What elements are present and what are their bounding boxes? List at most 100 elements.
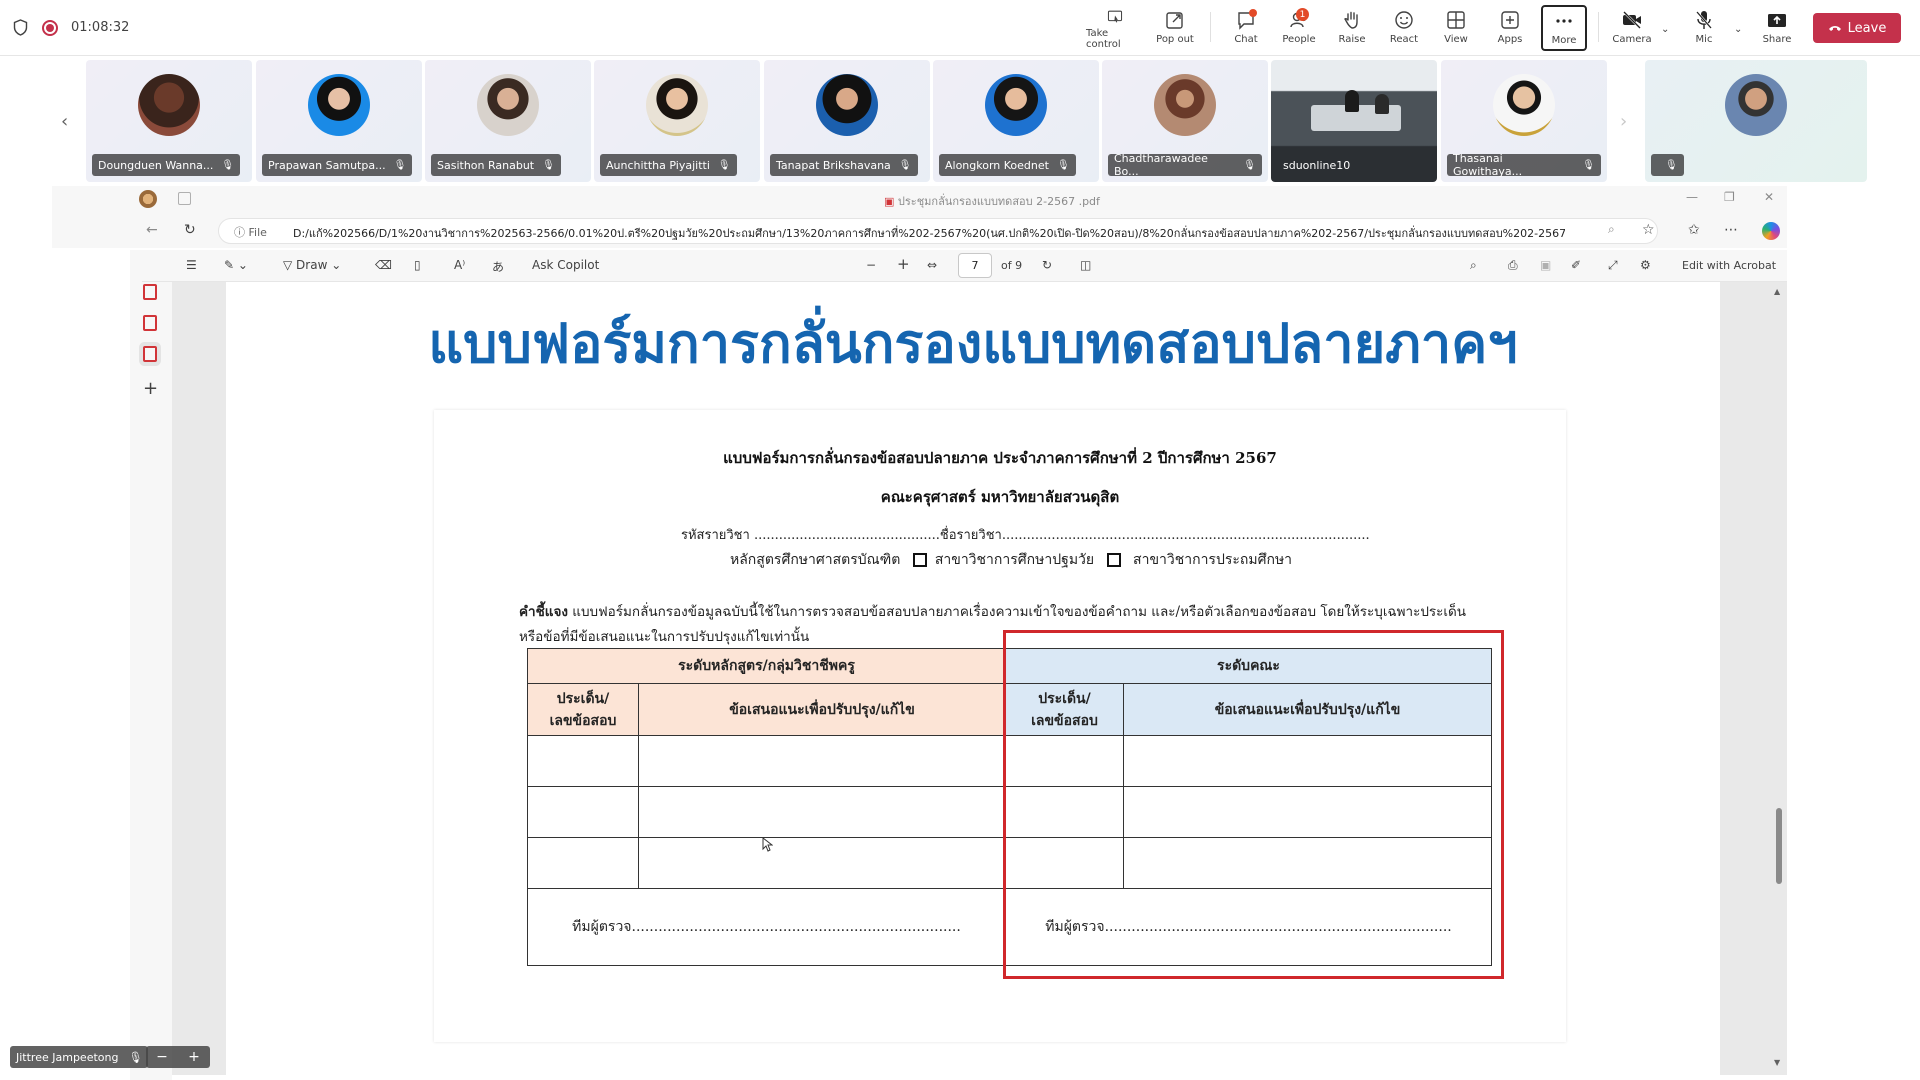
view-button[interactable]: View [1436, 6, 1476, 50]
text-box-icon[interactable]: ▯ [414, 258, 421, 272]
participant-tile[interactable]: Tanapat Brikshavana 🎙 [764, 60, 930, 182]
phone-hangup-icon [1828, 26, 1841, 31]
mic-options-chevron-icon[interactable]: ⌄ [1734, 24, 1742, 35]
participant-nameplate: Prapawan Samutpa... 🎙 [262, 154, 413, 176]
translate-icon[interactable]: あ [492, 258, 504, 275]
table-cell [527, 786, 639, 838]
scroll-up-icon[interactable]: ▲ [1774, 287, 1780, 296]
participant-tile[interactable]: Sasithon Ranabut 🎙 [425, 60, 591, 182]
apps-icon [1501, 11, 1519, 29]
workspaces-icon[interactable] [178, 192, 191, 205]
strip-prev-chevron-icon[interactable]: ‹ [61, 111, 68, 132]
person-silhouette [1375, 94, 1389, 114]
scrollbar-thumb[interactable] [1776, 808, 1782, 884]
pdf-attachment-icon[interactable] [143, 284, 157, 300]
zoom-in-icon[interactable]: + [188, 1049, 200, 1065]
page-number-input[interactable]: 7 [958, 253, 992, 278]
fit-page-icon[interactable]: ⇔ [927, 258, 937, 272]
pdf-attachment-icon[interactable] [143, 346, 157, 362]
participant-tile[interactable]: Doungduen Wanna... 🎙 [86, 60, 252, 182]
avatar [1725, 74, 1787, 136]
favorite-star-icon[interactable]: ☆ [1642, 222, 1655, 238]
slide-title: แบบฟอร์มการกลั่นกรองแบบทดสอบปลายภาคฯ [428, 312, 1518, 375]
read-aloud-icon[interactable]: A⁾ [454, 258, 465, 272]
raise-hand-button[interactable]: Raise [1332, 6, 1372, 50]
search-icon[interactable]: ⌕ [1470, 258, 1477, 273]
avatar [1493, 74, 1555, 136]
share-button[interactable]: Share [1757, 6, 1797, 50]
minimize-icon[interactable]: — [1686, 190, 1698, 204]
camera-options-chevron-icon[interactable]: ⌄ [1661, 24, 1669, 35]
header-program-level: ระดับหลักสูตร/กลุ่มวิชาชีพครู [527, 648, 1006, 684]
fullscreen-icon[interactable]: ⤢ [1608, 258, 1618, 273]
settings-gear-icon[interactable]: ⚙ [1640, 258, 1651, 272]
favorites-icon[interactable]: ✩ [1688, 222, 1700, 238]
pop-out-button[interactable]: Pop out [1148, 6, 1202, 50]
save-as-icon[interactable]: ✐ [1571, 258, 1581, 272]
participant-tile-video[interactable]: sduonline10 [1271, 60, 1437, 182]
participant-tile[interactable]: Aunchittha Piyajitti 🎙 [594, 60, 760, 182]
save-icon[interactable]: ▣ [1540, 258, 1551, 272]
edit-with-acrobat-button[interactable]: Edit with Acrobat [1682, 259, 1776, 272]
close-icon[interactable]: ✕ [1764, 190, 1774, 204]
vertical-scrollbar[interactable] [1775, 290, 1783, 1070]
meeting-timer: 01:08:32 [71, 20, 130, 35]
strip-next-chevron-icon[interactable]: › [1620, 111, 1627, 132]
refresh-icon[interactable]: ↻ [184, 222, 196, 238]
highlight-icon[interactable]: ✎ ⌄ [224, 258, 248, 272]
apps-button[interactable]: Apps [1490, 6, 1530, 50]
hand-icon [1344, 11, 1358, 29]
meeting-toolbar: 01:08:32 Take control Pop out Chat 1 Peo… [0, 0, 1920, 56]
instruction-line-2: หรือข้อที่มีข้อเสนอแนะในการปรับปรุงแก้ไข… [519, 629, 810, 645]
eraser-icon[interactable]: ⌫ [375, 258, 392, 272]
avatar [308, 74, 370, 136]
program-line: หลักสูตรศึกษาศาสตรบัณฑิต สาขาวิชาการศึกษ… [730, 552, 1293, 568]
participant-tile[interactable]: Prapawan Samutpa... 🎙 [256, 60, 422, 182]
table-cell [638, 837, 1006, 889]
page-view-icon[interactable]: ◫ [1080, 258, 1091, 272]
participant-nameplate: sduonline10 [1283, 158, 1351, 172]
ask-copilot-button[interactable]: Ask Copilot [532, 258, 599, 272]
react-button[interactable]: React [1384, 6, 1424, 50]
more-button[interactable]: More [1541, 5, 1587, 51]
scroll-down-icon[interactable]: ▼ [1774, 1058, 1780, 1067]
chat-button[interactable]: Chat [1226, 6, 1266, 50]
zoom-icon[interactable]: ⌕ [1608, 222, 1615, 237]
mic-muted-icon: 🎙 [1243, 159, 1256, 171]
leave-button[interactable]: Leave [1813, 13, 1901, 43]
add-icon[interactable]: + [143, 378, 158, 399]
camera-button[interactable]: Camera [1610, 6, 1654, 50]
signer-left: ทีมผู้ตรวจ..............................… [527, 888, 1006, 966]
settings-more-icon[interactable]: ⋯ [1724, 222, 1738, 238]
zoom-out-icon[interactable]: − [866, 258, 876, 272]
zoom-out-icon[interactable]: − [156, 1049, 168, 1065]
print-icon[interactable]: ⎙ [1508, 258, 1518, 273]
mic-button[interactable]: Mic [1686, 6, 1722, 50]
mic-muted-icon: 🎙 [542, 159, 555, 171]
back-arrow-icon[interactable]: ← [146, 222, 158, 238]
rotate-icon[interactable]: ↻ [1042, 258, 1052, 272]
take-control-button[interactable]: Take control [1086, 6, 1144, 50]
contents-list-icon[interactable]: ☰ [186, 258, 197, 272]
profile-avatar[interactable] [139, 190, 157, 208]
restore-icon[interactable]: ❐ [1724, 190, 1735, 204]
react-icon [1395, 11, 1413, 29]
highlight-frame [1003, 630, 1504, 979]
participant-nameplate: Alongkorn Koednet 🎙 [939, 154, 1076, 176]
address-url[interactable]: D:/แก้%202566/D/1%20งานวิชาการ%202563-25… [293, 224, 1565, 242]
draw-icon: ▽ [283, 258, 297, 272]
mic-muted-icon: 🎙 [221, 159, 235, 171]
mic-muted-icon: 🎙 [1582, 159, 1595, 171]
participant-tile[interactable]: Thasanai Gowithaya... 🎙 [1441, 60, 1607, 182]
participant-nameplate: Aunchittha Piyajitti 🎙 [600, 154, 737, 176]
zoom-in-icon[interactable]: + [897, 255, 910, 273]
people-button[interactable]: 1 People [1276, 6, 1322, 50]
pdf-attachment-icon[interactable] [143, 315, 157, 331]
participant-tile[interactable]: Alongkorn Koednet 🎙 [933, 60, 1099, 182]
form-heading: แบบฟอร์มการกลั่นกรองข้อสอบปลายภาค ประจำภ… [723, 449, 1277, 467]
participant-nameplate: Doungduen Wanna... 🎙 [92, 154, 241, 176]
participant-tile[interactable]: Chadtharawadee Bo... 🎙 [1102, 60, 1268, 182]
participant-tile[interactable]: 🎙 [1645, 60, 1867, 182]
draw-button[interactable]: ▽ Draw ⌄ [283, 258, 341, 272]
copilot-icon[interactable] [1762, 222, 1780, 240]
